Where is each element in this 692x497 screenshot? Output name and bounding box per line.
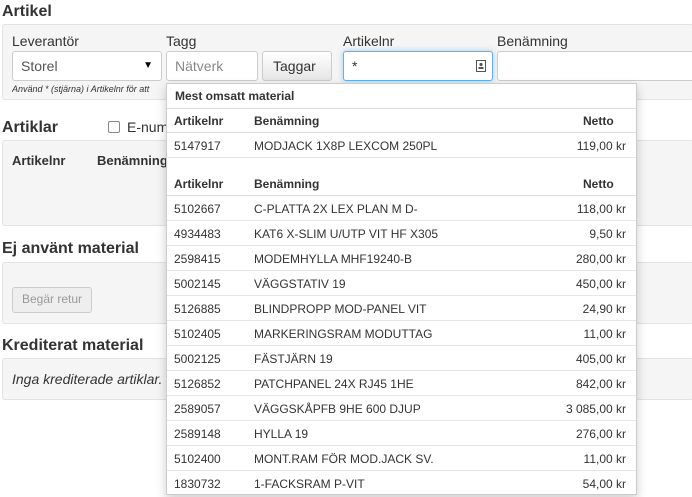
leverantor-label: Leverantör — [12, 33, 79, 49]
dropdown-row[interactable]: 5126852 PATCHPANEL 24X RJ45 1HE 842,00 kr — [167, 371, 636, 396]
krediterat-empty-text: Inga krediterade artiklar. — [12, 371, 163, 387]
row-netto: 405,00 kr — [575, 352, 626, 366]
artikel-title: Artikel — [2, 3, 52, 20]
row-artikelnr: 2589148 — [174, 427, 221, 441]
artiklar-col-artikelnr: Artikelnr — [12, 153, 66, 168]
row-netto: 11,00 kr — [583, 452, 626, 466]
dropdown-row[interactable]: 2589148 HYLLA 19 276,00 kr — [167, 421, 636, 446]
row-netto: 450,00 kr — [575, 277, 626, 291]
dropdown-row[interactable]: 2589057 VÄGGSKÅPFB 9HE 600 DJUP 3 085,00 k… — [167, 396, 636, 421]
row-artikelnr: 2589057 — [174, 402, 221, 416]
row-netto: 118,00 kr — [576, 202, 626, 216]
dropdown-row[interactable]: 5002145 VÄGGSTATIV 19 450,00 kr — [167, 271, 636, 296]
row-benamning: BLINDPROPP MOD-PANEL VIT — [254, 302, 427, 316]
tagg-input[interactable]: Nätverk — [166, 51, 258, 81]
row-benamning: MODJACK 1X8P LEXCOM 250PL — [254, 139, 438, 153]
dropdown-row[interactable]: 5102405 MARKERINGSRAM MODUTTAG 11,00 kr — [167, 321, 636, 346]
dropdown-row[interactable]: 5002125 FÄSTJÄRN 19 405,00 kr — [167, 346, 636, 371]
row-netto: 119,00 kr — [576, 139, 626, 153]
row-benamning: MODEMHYLLA MHF19240-B — [254, 252, 413, 266]
dropdown-header: Artikelnr Benämning Netto — [167, 171, 636, 196]
begar-retur-button[interactable]: Begär retur — [12, 287, 93, 313]
dropdown-row[interactable]: 5147917 MODJACK 1X8P LEXCOM 250PL 119,00… — [167, 133, 636, 158]
caret-down-icon: ▼ — [143, 60, 153, 71]
dropdown-row[interactable]: 5102400 MONT.RAM FÖR MOD.JACK SV. 11,00 kr — [167, 446, 636, 471]
row-netto: 11,00 kr — [583, 327, 626, 341]
contact-card-icon — [476, 60, 486, 72]
e-num-checkbox[interactable] — [108, 121, 120, 133]
dropdown-row[interactable]: 4934483 KAT6 X-SLIM U/UTP VIT HF X305 9,50… — [167, 221, 636, 246]
header-artikelnr: Artikelnr — [174, 114, 224, 128]
tagg-label: Tagg — [166, 33, 197, 49]
header-artikelnr: Artikelnr — [174, 177, 224, 191]
row-benamning: 1-FACKSRAM P-VIT — [254, 477, 365, 491]
row-benamning: PATCHPANEL 24X RJ45 1HE — [254, 377, 414, 391]
row-artikelnr: 5126885 — [174, 302, 221, 316]
row-benamning: MARKERINGSRAM MODUTTAG — [254, 327, 433, 341]
row-artikelnr: 5002125 — [174, 352, 221, 366]
row-artikelnr: 5147917 — [174, 139, 221, 153]
dropdown-row[interactable]: 5102667 C-PLATTA 2X LEX PLAN M D- 118,00 k… — [167, 196, 636, 221]
benamning-input[interactable] — [497, 51, 692, 81]
leverantor-select[interactable]: Storel ▼ — [12, 51, 162, 81]
dropdown-row[interactable]: 2598415 MODEMHYLLA MHF19240-B 280,00 kr — [167, 246, 636, 271]
row-artikelnr: 1830732 — [174, 477, 221, 491]
taggar-button[interactable]: Taggar — [262, 51, 332, 81]
dropdown-row[interactable]: 1830732 1-FACKSRAM P-VIT 54,00 kr — [167, 471, 636, 494]
row-netto: 276,00 kr — [575, 427, 626, 441]
dropdown-title: Mest omsatt material — [175, 89, 295, 103]
row-artikelnr: 2598415 — [174, 252, 221, 266]
leverantor-value: Storel — [21, 58, 58, 74]
row-benamning: MONT.RAM FÖR MOD.JACK SV. — [254, 452, 434, 466]
row-netto: 24,90 kr — [582, 302, 626, 316]
row-benamning: VÄGGSTATIV 19 — [254, 277, 346, 291]
row-netto: 280,00 kr — [575, 252, 626, 266]
e-num-label: E-num — [127, 119, 169, 135]
ej-anvant-title: Ej använt material — [2, 240, 139, 257]
artiklar-col-benamning: Benämning — [97, 153, 168, 168]
row-artikelnr: 5102405 — [174, 327, 221, 341]
row-artikelnr: 5102400 — [174, 452, 221, 466]
header-netto: Netto — [583, 177, 614, 191]
row-netto: 3 085,00 kr — [565, 402, 626, 416]
row-benamning: VÄGGSKÅPFB 9HE 600 DJUP — [254, 402, 421, 416]
row-benamning: C-PLATTA 2X LEX PLAN M D- — [254, 202, 418, 216]
artikelnr-value: * — [352, 58, 358, 74]
row-netto: 9,50 kr — [589, 227, 626, 241]
row-benamning: KAT6 X-SLIM U/UTP VIT HF X305 — [254, 227, 439, 241]
artikelnr-label: Artikelnr — [343, 33, 395, 49]
row-netto: 54,00 kr — [582, 477, 626, 491]
krediterat-title: Krediterat material — [2, 337, 144, 354]
row-benamning: FÄSTJÄRN 19 — [254, 352, 333, 366]
benamning-label: Benämning — [497, 33, 568, 49]
search-hint: Använd * (stjärna) i Artikelnr för att — [12, 84, 150, 94]
dropdown-header-top: Artikelnr Benämning Netto — [167, 108, 636, 133]
artikelnr-input[interactable]: * — [343, 51, 493, 81]
dropdown-row[interactable]: 5126885 BLINDPROPP MOD-PANEL VIT 24,90 kr — [167, 296, 636, 321]
autocomplete-dropdown: Mest omsatt material Artikelnr Benämning… — [166, 83, 637, 495]
row-netto: 842,00 kr — [575, 377, 626, 391]
header-netto: Netto — [583, 114, 614, 128]
row-artikelnr: 5002145 — [174, 277, 221, 291]
header-benamning: Benämning — [254, 114, 320, 128]
header-benamning: Benämning — [254, 177, 320, 191]
row-benamning: HYLLA 19 — [254, 427, 309, 441]
row-artikelnr: 4934483 — [174, 227, 221, 241]
row-artikelnr: 5126852 — [174, 377, 221, 391]
artiklar-title: Artiklar — [2, 119, 59, 136]
row-artikelnr: 5102667 — [174, 202, 221, 216]
